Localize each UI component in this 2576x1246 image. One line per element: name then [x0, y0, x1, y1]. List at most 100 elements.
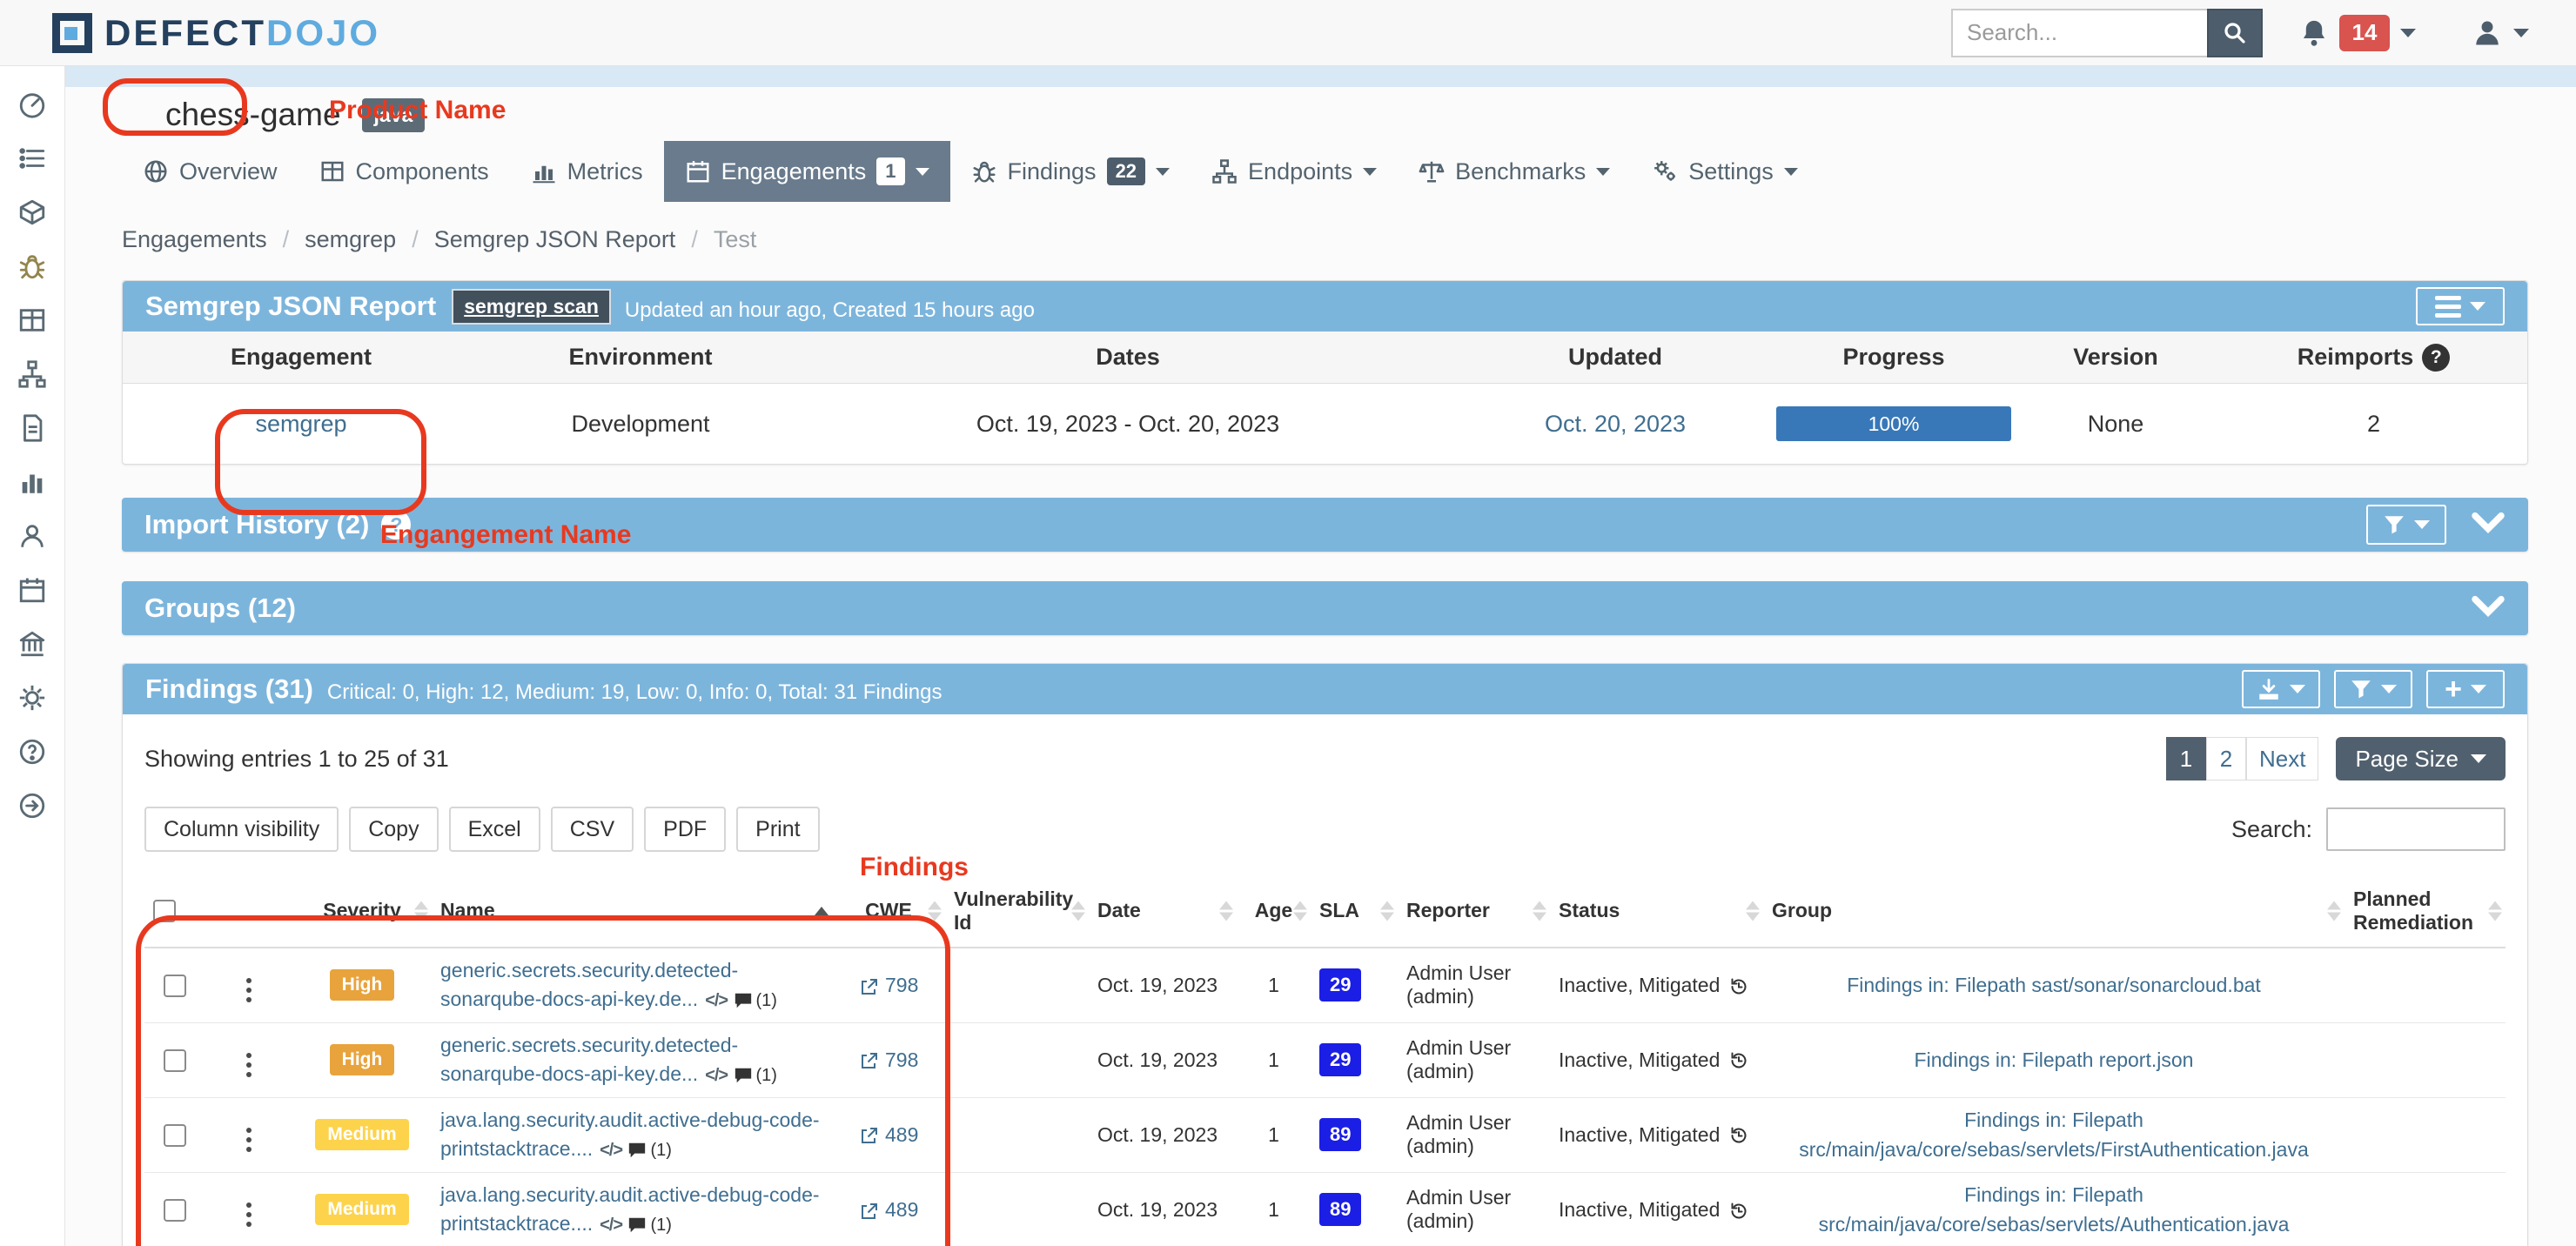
row-checkbox[interactable]	[164, 1124, 186, 1147]
col-header-group[interactable]: Group	[1763, 874, 2345, 948]
col-header-name[interactable]: Name	[432, 874, 832, 948]
page-1-button[interactable]: 1	[2166, 737, 2206, 780]
collapse-chevron-icon[interactable]	[2471, 594, 2506, 623]
findings-download-button[interactable]	[2242, 670, 2320, 708]
excel-button[interactable]: Excel	[449, 807, 540, 852]
finding-name-link[interactable]: generic.secrets.security.detected-sonarq…	[440, 1034, 738, 1085]
groups-panel-header[interactable]: Groups (12)	[122, 581, 2528, 635]
cwe-link[interactable]: 489	[885, 1198, 918, 1221]
notifications-menu[interactable]: 14	[2299, 15, 2416, 51]
select-all-header[interactable]	[144, 874, 205, 948]
tab-components[interactable]: Components	[299, 141, 510, 202]
row-actions-kebab-icon[interactable]	[243, 975, 255, 1006]
col-header-vulnerability-id[interactable]: Vulnerability Id	[945, 874, 1089, 948]
history-icon[interactable]	[1728, 976, 1749, 997]
col-header-environment: Environment	[480, 332, 802, 384]
csv-button[interactable]: CSV	[551, 807, 634, 852]
benchmarks-bank-icon[interactable]	[17, 628, 48, 660]
import-history-panel-header[interactable]: Import History (2) ?	[122, 498, 2528, 552]
page-title-product-name[interactable]: chess-game	[165, 97, 341, 133]
tab-overview[interactable]: Overview	[122, 141, 299, 202]
metrics-chart-icon	[531, 158, 557, 184]
cwe-link[interactable]: 798	[885, 1048, 918, 1071]
breadcrumb-test[interactable]: Semgrep JSON Report	[434, 226, 676, 253]
test-actions-menu-button[interactable]	[2416, 287, 2505, 325]
endpoints-sitemap-icon[interactable]	[17, 358, 48, 390]
group-link[interactable]: Findings in: Filepath report.json	[1915, 1048, 2194, 1071]
row-actions-kebab-icon[interactable]	[243, 1199, 255, 1230]
users-icon[interactable]	[17, 520, 48, 552]
user-menu[interactable]	[2472, 17, 2529, 49]
col-header-status[interactable]: Status	[1550, 874, 1763, 948]
col-header-age[interactable]: Age	[1237, 874, 1311, 948]
engagements-box-icon[interactable]	[17, 197, 48, 228]
help-icon[interactable]	[17, 736, 48, 767]
sort-icons	[2488, 901, 2502, 921]
logout-icon[interactable]	[17, 790, 48, 821]
group-link[interactable]: Findings in: Filepath src/main/java/core…	[1819, 1183, 2290, 1236]
history-icon[interactable]	[1728, 1201, 1749, 1222]
col-header-planned-remediation[interactable]: Planned Remediation	[2345, 874, 2506, 948]
tab-settings[interactable]: Settings	[1631, 141, 1819, 202]
tab-benchmarks[interactable]: Benchmarks	[1398, 141, 1631, 202]
tab-findings[interactable]: Findings 22	[950, 141, 1191, 202]
settings-gear-icon[interactable]	[17, 682, 48, 713]
global-search-input[interactable]	[1951, 9, 2207, 57]
help-icon[interactable]: ?	[2422, 344, 2450, 372]
row-actions-kebab-icon[interactable]	[243, 1049, 255, 1081]
findings-bug-icon[interactable]	[17, 251, 48, 282]
breadcrumb-engagements[interactable]: Engagements	[122, 226, 267, 253]
dashboard-icon[interactable]	[17, 89, 48, 120]
defectdojo-logo[interactable]: DEFECTDOJO	[52, 12, 380, 54]
filter-icon	[2383, 513, 2405, 536]
tab-metrics[interactable]: Metrics	[510, 141, 664, 202]
calendar-icon[interactable]	[17, 574, 48, 606]
tab-label: Metrics	[567, 158, 643, 185]
help-icon[interactable]: ?	[381, 510, 411, 539]
finding-name-link[interactable]: generic.secrets.security.detected-sonarq…	[440, 959, 738, 1010]
group-link[interactable]: Findings in: Filepath sast/sonar/sonarcl…	[1847, 974, 2261, 996]
next-page-button[interactable]: Next	[2246, 737, 2318, 780]
updated-date-link[interactable]: Oct. 20, 2023	[1545, 411, 1686, 438]
metrics-chart-icon[interactable]	[17, 466, 48, 498]
group-link[interactable]: Findings in: Filepath src/main/java/core…	[1799, 1109, 2308, 1162]
engagement-link[interactable]: semgrep	[255, 411, 346, 438]
col-header-sla[interactable]: SLA	[1311, 874, 1398, 948]
row-actions-kebab-icon[interactable]	[243, 1124, 255, 1156]
table-search-input[interactable]	[2326, 807, 2506, 851]
chevron-down-icon	[2414, 520, 2430, 529]
copy-button[interactable]: Copy	[349, 807, 438, 852]
components-grid-icon[interactable]	[17, 305, 48, 336]
reports-file-icon[interactable]	[17, 412, 48, 444]
select-all-checkbox[interactable]	[153, 900, 176, 922]
row-checkbox[interactable]	[164, 1049, 186, 1072]
pdf-button[interactable]: PDF	[644, 807, 726, 852]
breadcrumb: Engagements / semgrep / Semgrep JSON Rep…	[122, 216, 2528, 263]
tab-engagements[interactable]: Engagements 1	[664, 141, 950, 202]
row-checkbox[interactable]	[164, 975, 186, 997]
products-list-icon[interactable]	[17, 143, 48, 174]
print-button[interactable]: Print	[736, 807, 819, 852]
col-header-cwe[interactable]: CWE	[832, 874, 945, 948]
col-header-reporter[interactable]: Reporter	[1398, 874, 1550, 948]
import-history-filter-button[interactable]	[2366, 505, 2446, 545]
collapse-chevron-icon[interactable]	[2471, 511, 2506, 539]
column-visibility-button[interactable]: Column visibility	[144, 807, 339, 852]
cwe-link[interactable]: 489	[885, 1123, 918, 1146]
tab-endpoints[interactable]: Endpoints	[1191, 141, 1398, 202]
findings-filter-button[interactable]	[2334, 670, 2412, 708]
sort-icons	[1293, 901, 1307, 921]
history-icon[interactable]	[1728, 1125, 1749, 1146]
comment-count: (1)	[650, 1216, 671, 1235]
col-header-severity[interactable]: Severity	[292, 874, 432, 948]
history-icon[interactable]	[1728, 1050, 1749, 1071]
col-header-date[interactable]: Date	[1089, 874, 1237, 948]
scan-type-badge[interactable]: semgrep scan	[452, 289, 611, 325]
page-2-button[interactable]: 2	[2206, 737, 2246, 780]
row-checkbox[interactable]	[164, 1199, 186, 1222]
cwe-link[interactable]: 798	[885, 974, 918, 996]
findings-add-button[interactable]: +	[2426, 670, 2505, 708]
breadcrumb-engagement[interactable]: semgrep	[305, 226, 396, 253]
page-size-button[interactable]: Page Size	[2336, 737, 2506, 780]
global-search-button[interactable]	[2207, 9, 2263, 57]
